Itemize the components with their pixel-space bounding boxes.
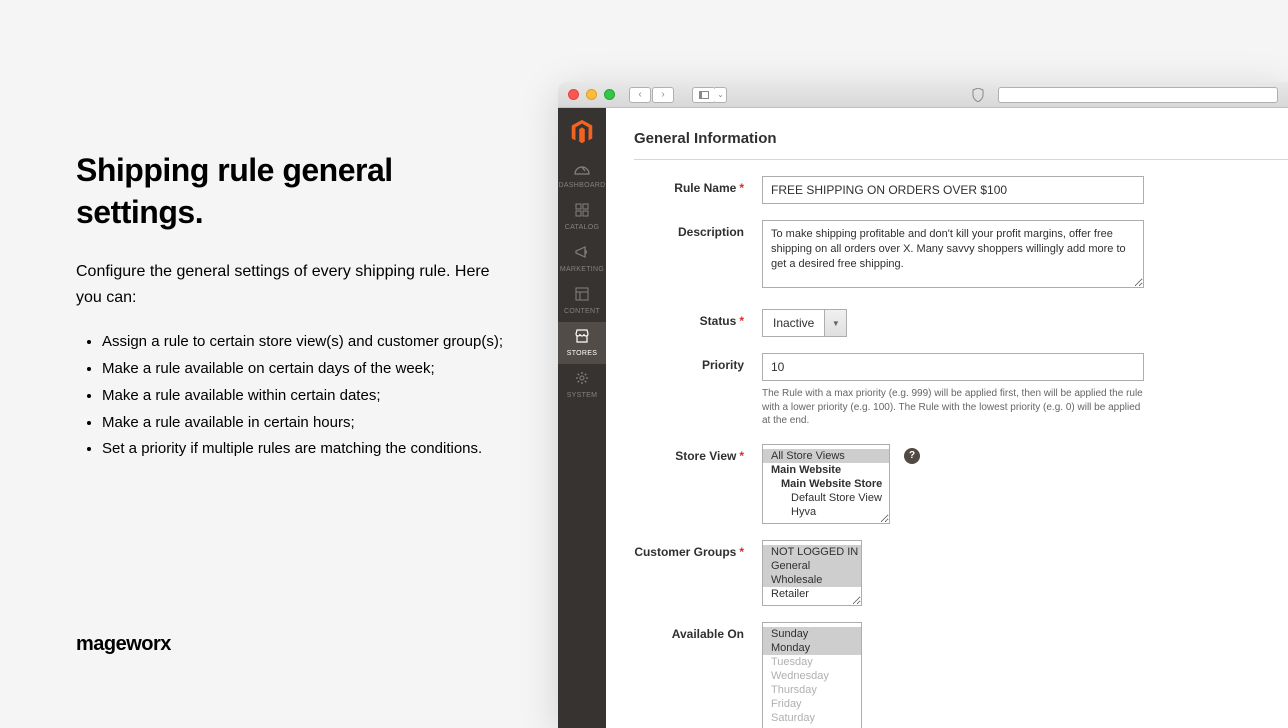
list-item: Set a priority if multiple rules are mat… [102,437,516,462]
customer-groups-row: Customer Groups* NOT LOGGED IN General W… [634,540,1288,606]
sidebar-item-stores[interactable]: STORES [558,322,606,364]
priority-row: Priority The Rule with a max priority (e… [634,353,1288,428]
status-row: Status* Inactive ▼ [634,309,1288,337]
marketing-icon [575,245,589,263]
field-label: Priority [634,353,762,372]
ms-option[interactable]: Friday [763,697,861,711]
ms-option[interactable]: Tuesday [763,655,861,669]
gear-icon [575,371,589,389]
brand-logo: mageworx [76,633,171,656]
ms-option[interactable]: Saturday [763,711,861,725]
sidebar-dropdown[interactable]: ⌄ [715,87,727,103]
close-button[interactable] [568,89,579,100]
browser-window: ‹ › ⌄ DASHBOARD [558,82,1288,728]
rule-name-input[interactable] [762,176,1144,204]
ms-option[interactable]: Monday [763,641,861,655]
field-label: Available On [634,622,762,641]
field-label: Customer Groups* [634,540,762,559]
rule-name-row: Rule Name* [634,176,1288,204]
sidebar-item-label: DASHBOARD [558,182,605,189]
feature-list: Assign a rule to certain store view(s) a… [76,330,516,462]
sidebar-item-marketing[interactable]: MARKETING [558,238,606,280]
sidebar-item-label: MARKETING [560,266,604,273]
ms-option[interactable]: Wholesale [763,573,861,587]
forward-button[interactable]: › [652,87,674,103]
form-area: General Information Rule Name* Descripti… [606,108,1288,728]
ms-option[interactable]: Retailer [763,587,861,601]
select-value: Inactive [763,310,824,336]
sidebar-item-dashboard[interactable]: DASHBOARD [558,154,606,196]
page-title: Shipping rule general settings. [76,150,516,233]
dashboard-icon [574,161,590,179]
customer-groups-multiselect[interactable]: NOT LOGGED IN General Wholesale Retailer [762,540,862,606]
content-icon [575,287,589,305]
ms-option[interactable]: Thursday [763,683,861,697]
ms-option[interactable]: Sunday [763,627,861,641]
title-bar: ‹ › ⌄ [558,82,1288,108]
minimize-button[interactable] [586,89,597,100]
helper-text: The Rule with a max priority (e.g. 999) … [762,387,1144,428]
nav-buttons: ‹ › [629,87,674,103]
url-bar[interactable] [998,87,1278,103]
list-item: Assign a rule to certain store view(s) a… [102,330,516,355]
subtitle: Configure the general settings of every … [76,259,516,310]
field-label: Store View* [634,444,762,463]
status-select[interactable]: Inactive ▼ [762,309,847,337]
available-on-multiselect[interactable]: Sunday Monday Tuesday Wednesday Thursday… [762,622,862,728]
field-label: Rule Name* [634,176,762,195]
sidebar-item-content[interactable]: CONTENT [558,280,606,322]
sidebar-toggle-button[interactable] [692,87,716,103]
help-icon[interactable]: ? [904,448,920,464]
list-item: Make a rule available within certain dat… [102,384,516,409]
field-label: Description [634,220,762,239]
window-controls [568,89,615,100]
ms-option[interactable]: Main Website [763,463,889,477]
description-textarea[interactable]: To make shipping profitable and don't ki… [762,220,1144,288]
admin-sidebar: DASHBOARD CATALOG MARKETING CONTENT [558,108,606,728]
back-button[interactable]: ‹ [629,87,651,103]
sidebar-item-label: STORES [567,350,597,357]
store-view-row: Store View* All Store Views Main Website… [634,444,1288,524]
ms-option[interactable]: Default Store View [763,491,889,505]
list-item: Make a rule available on certain days of… [102,357,516,382]
marketing-left-panel: Shipping rule general settings. Configur… [76,150,516,464]
app-content: DASHBOARD CATALOG MARKETING CONTENT [558,108,1288,728]
stores-icon [574,329,590,347]
chevron-down-icon: ▼ [824,310,846,336]
sidebar-item-label: CONTENT [564,308,600,315]
ms-option[interactable]: General [763,559,861,573]
ms-option[interactable]: Main Website Store [763,477,889,491]
ms-option[interactable]: NOT LOGGED IN [763,545,861,559]
sidebar-item-label: CATALOG [565,224,600,231]
list-item: Make a rule available in certain hours; [102,411,516,436]
section-title: General Information [634,130,1288,160]
store-view-multiselect[interactable]: All Store Views Main Website Main Websit… [762,444,890,524]
field-label: Status* [634,309,762,328]
sidebar-item-label: SYSTEM [567,392,598,399]
catalog-icon [575,203,589,221]
ms-option[interactable]: Wednesday [763,669,861,683]
maximize-button[interactable] [604,89,615,100]
description-row: Description To make shipping profitable … [634,220,1288,293]
sidebar-item-catalog[interactable]: CATALOG [558,196,606,238]
ms-option[interactable]: Hyva [763,505,889,519]
magento-logo-icon [568,118,596,146]
priority-input[interactable] [762,353,1144,381]
privacy-shield-icon[interactable] [972,88,986,102]
available-on-row: Available On Sunday Monday Tuesday Wedne… [634,622,1288,728]
sidebar-item-system[interactable]: SYSTEM [558,364,606,406]
ms-option[interactable]: All Store Views [763,449,889,463]
